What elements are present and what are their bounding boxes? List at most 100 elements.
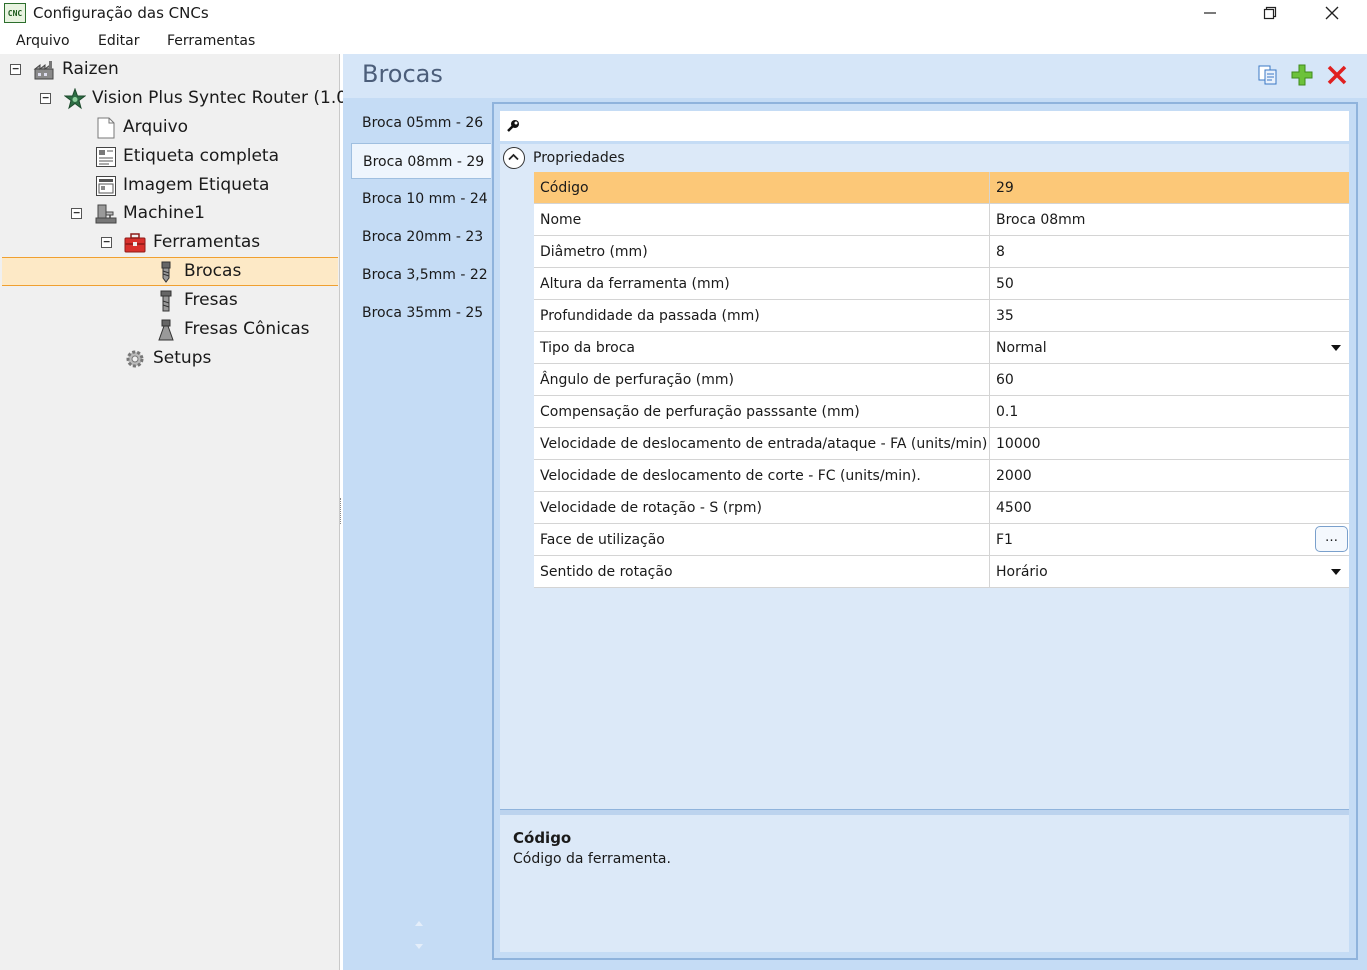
tree-item-ferramentas[interactable]: Ferramentas <box>153 228 260 257</box>
tree-item-vision-plus[interactable]: Vision Plus Syntec Router (1.0) <box>92 84 354 113</box>
tree-item-machine1[interactable]: Machine1 <box>123 199 205 228</box>
property-value[interactable]: 35 <box>996 308 1014 324</box>
category-row <box>500 144 1349 172</box>
property-name: Sentido de rotação <box>540 564 673 580</box>
property-row-velocidade-fc[interactable]: Velocidade de deslocamento de corte - FC… <box>534 460 1349 492</box>
tree-item-fresas-conicas[interactable]: Fresas Cônicas <box>184 315 310 344</box>
factory-icon <box>33 61 54 80</box>
column-divider <box>989 268 990 300</box>
tool-list-item-selected[interactable]: Broca 08mm - 29 <box>351 143 491 179</box>
property-name: Velocidade de rotação - S (rpm) <box>540 500 762 516</box>
gear-star-icon <box>64 88 86 110</box>
property-row-altura[interactable]: Altura da ferramenta (mm) 50 <box>534 268 1349 300</box>
column-divider <box>989 204 990 236</box>
property-name: Face de utilização <box>540 532 665 548</box>
property-value[interactable]: 50 <box>996 276 1014 292</box>
property-search-input[interactable] <box>500 111 1349 141</box>
column-divider <box>989 556 990 588</box>
restore-icon <box>1263 6 1277 20</box>
tool-list-item[interactable]: Broca 05mm - 26 <box>351 105 491 141</box>
property-value[interactable]: Horário <box>996 564 1048 580</box>
property-name: Altura da ferramenta (mm) <box>540 276 730 292</box>
property-row-face[interactable]: Face de utilização F1 … <box>534 524 1349 556</box>
menu-arquivo[interactable]: Arquivo <box>16 33 70 49</box>
menu-editar[interactable]: Editar <box>98 33 139 49</box>
tree-item-setups[interactable]: Setups <box>153 344 211 373</box>
column-divider <box>989 332 990 364</box>
property-row-velocidade-fa[interactable]: Velocidade de deslocamento de entrada/at… <box>534 428 1349 460</box>
property-value[interactable]: 4500 <box>996 500 1032 516</box>
column-divider <box>989 236 990 268</box>
collapse-raizen-toggle[interactable]: − <box>10 63 21 75</box>
tree-item-raizen[interactable]: Raizen <box>62 55 119 84</box>
column-divider <box>989 428 990 460</box>
property-value[interactable]: Broca 08mm <box>996 212 1085 228</box>
collapse-ferramentas-toggle[interactable]: − <box>101 236 112 248</box>
column-divider <box>989 460 990 492</box>
dropdown-arrow-icon[interactable] <box>1331 345 1341 351</box>
tree-item-fresas[interactable]: Fresas <box>184 286 238 315</box>
description-pane <box>500 815 1349 952</box>
column-divider <box>989 364 990 396</box>
drill-bit-icon <box>161 261 171 283</box>
toolbox-icon <box>124 233 146 253</box>
restore-button[interactable] <box>1240 0 1300 28</box>
column-divider <box>989 172 990 204</box>
machine-icon <box>95 204 117 224</box>
property-row-rotacao[interactable]: Velocidade de rotação - S (rpm) 4500 <box>534 492 1349 524</box>
add-icon[interactable] <box>1290 63 1314 87</box>
property-name: Velocidade de deslocamento de entrada/at… <box>540 436 988 452</box>
property-value[interactable]: 10000 <box>996 436 1041 452</box>
minimize-button[interactable] <box>1180 0 1240 28</box>
property-name: Nome <box>540 212 582 228</box>
close-icon <box>1325 6 1339 20</box>
mill-icon <box>160 290 172 312</box>
property-name: Profundidade da passada (mm) <box>540 308 760 324</box>
close-button[interactable] <box>1302 0 1362 28</box>
tree-item-arquivo[interactable]: Arquivo <box>123 113 188 142</box>
dropdown-arrow-icon[interactable] <box>1331 569 1341 575</box>
section-header <box>343 54 1367 98</box>
column-divider <box>989 396 990 428</box>
tool-list-item[interactable]: Broca 3,5mm - 22 <box>351 257 491 293</box>
column-divider <box>989 492 990 524</box>
property-row-sentido[interactable]: Sentido de rotação Horário <box>534 556 1349 588</box>
property-row-diametro[interactable]: Diâmetro (mm) 8 <box>534 236 1349 268</box>
collapse-category-button[interactable] <box>503 147 525 169</box>
file-icon <box>97 117 115 139</box>
tool-list-item[interactable]: Broca 35mm - 25 <box>351 295 491 331</box>
collapse-vision-toggle[interactable]: − <box>40 92 51 104</box>
property-value[interactable]: 2000 <box>996 468 1032 484</box>
property-row-codigo[interactable]: Código 29 <box>534 172 1349 204</box>
list-scroll-arrows-icon[interactable] <box>413 918 425 952</box>
tool-list-item[interactable]: Broca 10 mm - 24 <box>351 181 491 217</box>
menu-ferramentas[interactable]: Ferramentas <box>167 33 255 49</box>
property-row-tipo-broca[interactable]: Tipo da broca Normal <box>534 332 1349 364</box>
property-value[interactable]: 0.1 <box>996 404 1018 420</box>
tree-item-imagem-etiqueta[interactable]: Imagem Etiqueta <box>123 171 269 200</box>
property-value[interactable]: Normal <box>996 340 1047 356</box>
delete-icon[interactable] <box>1325 63 1349 87</box>
gear-icon <box>126 350 144 368</box>
property-value[interactable]: 29 <box>996 180 1014 196</box>
property-value[interactable]: 8 <box>996 244 1005 260</box>
tree-item-brocas[interactable]: Brocas <box>184 257 241 286</box>
property-value[interactable]: F1 <box>996 532 1013 548</box>
conical-mill-icon <box>158 319 174 341</box>
section-title: Brocas <box>362 60 443 88</box>
property-value[interactable]: 60 <box>996 372 1014 388</box>
property-name: Tipo da broca <box>540 340 636 356</box>
description-title: Código <box>513 829 572 847</box>
property-row-angulo[interactable]: Ângulo de perfuração (mm) 60 <box>534 364 1349 396</box>
property-row-compensacao[interactable]: Compensação de perfuração passsante (mm)… <box>534 396 1349 428</box>
ellipsis-button[interactable]: … <box>1315 526 1348 552</box>
copy-icon[interactable] <box>1256 63 1280 87</box>
tree-item-etiqueta-completa[interactable]: Etiqueta completa <box>123 142 279 171</box>
wrench-icon <box>507 120 519 132</box>
property-row-profundidade[interactable]: Profundidade da passada (mm) 35 <box>534 300 1349 332</box>
property-row-nome[interactable]: Nome Broca 08mm <box>534 204 1349 236</box>
collapse-machine1-toggle[interactable]: − <box>71 207 82 219</box>
property-name: Compensação de perfuração passsante (mm) <box>540 404 860 420</box>
description-text: Código da ferramenta. <box>513 851 671 867</box>
tool-list-item[interactable]: Broca 20mm - 23 <box>351 219 491 255</box>
